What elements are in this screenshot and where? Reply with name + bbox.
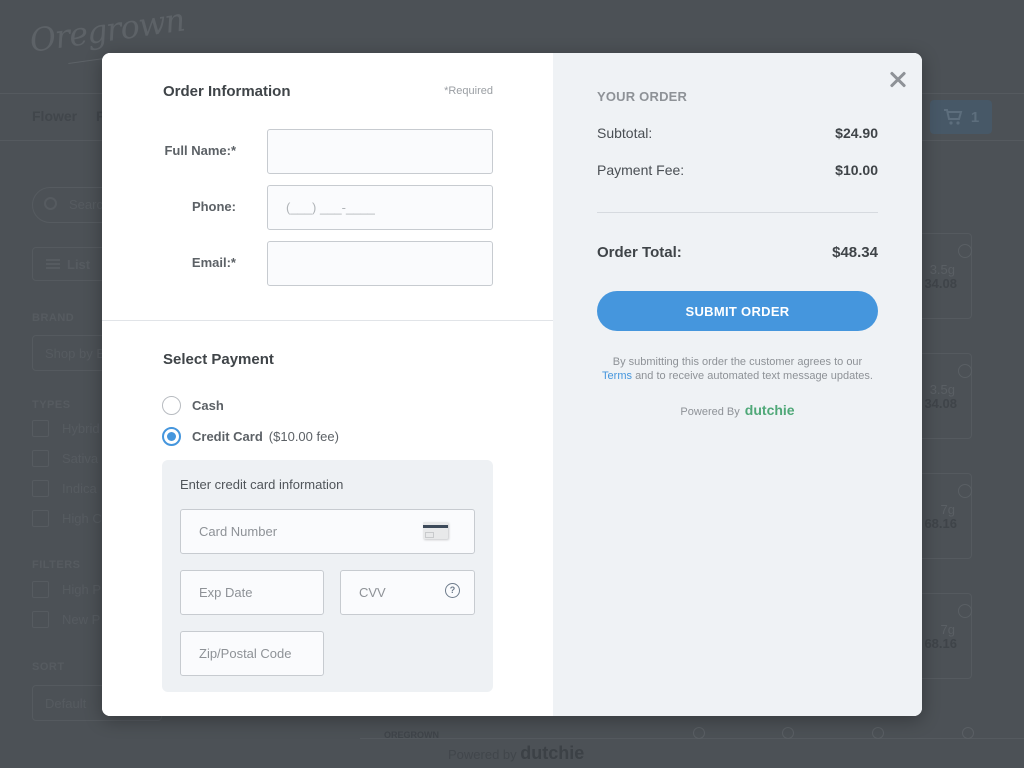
- credit-card-icon: [423, 522, 448, 539]
- required-note: *Required: [444, 85, 493, 97]
- powered-by-text: Powered By: [680, 406, 740, 418]
- section-divider: [102, 320, 553, 321]
- type-checkbox[interactable]: [32, 510, 49, 527]
- summary-divider: [597, 212, 878, 213]
- add-to-cart-icon[interactable]: [958, 364, 972, 378]
- product-price: 68.16: [924, 636, 957, 651]
- type-label: High C: [62, 511, 102, 526]
- powered-by-text: Powered by: [448, 747, 517, 762]
- footer-divider: [360, 738, 1024, 739]
- order-total-value: $48.34: [832, 244, 878, 261]
- order-summary: YOUR ORDER Subtotal: $24.90 Payment Fee:…: [553, 53, 922, 716]
- nav-item-flower[interactable]: Flower: [32, 108, 77, 124]
- credit-card-radio[interactable]: [162, 427, 181, 446]
- type-checkbox[interactable]: [32, 450, 49, 467]
- type-checkbox[interactable]: [32, 480, 49, 497]
- order-total-row: Order Total: $48.34: [597, 244, 878, 261]
- product-price: 34.08: [924, 276, 957, 291]
- credit-card-panel: Enter credit card information ?: [162, 460, 493, 692]
- footer-powered-by: Powered by dutchie: [448, 743, 584, 764]
- email-label: Email:*: [191, 255, 236, 270]
- type-label: Indica: [62, 481, 97, 496]
- type-label: Sativa: [62, 451, 99, 466]
- cash-label: Cash: [192, 398, 224, 413]
- type-checkbox[interactable]: [32, 420, 49, 437]
- filters-label: FILTERS: [32, 559, 81, 571]
- cash-radio[interactable]: [162, 396, 181, 415]
- phone-input[interactable]: [267, 185, 493, 230]
- order-total-label: Order Total:: [597, 244, 682, 261]
- sort-label: SORT: [32, 661, 65, 673]
- payment-option-cash[interactable]: Cash: [162, 396, 224, 415]
- filter-label: New P: [62, 612, 101, 627]
- store-logo: Oregrown: [27, 0, 187, 60]
- add-to-cart-icon[interactable]: [958, 604, 972, 618]
- product-price: 34.08: [924, 396, 957, 411]
- filter-label: High P: [62, 582, 102, 597]
- types-label: TYPES: [32, 399, 71, 411]
- payment-fee-row: Payment Fee: $10.00: [597, 162, 878, 178]
- order-info-title: Order Information: [163, 83, 291, 100]
- credit-card-label: Credit Card: [192, 429, 263, 444]
- product-weight: 3.5g: [929, 262, 955, 277]
- add-to-cart-icon[interactable]: [962, 727, 974, 739]
- type-label: Hybrid: [62, 421, 100, 436]
- checkout-form: Order Information *Required Full Name:* …: [102, 53, 553, 716]
- product-weight: 7g: [940, 502, 955, 517]
- dutchie-logo[interactable]: dutchie: [745, 402, 795, 418]
- cart-button[interactable]: 1: [930, 100, 992, 134]
- zip-code-input[interactable]: [180, 631, 324, 676]
- cvv-help-icon[interactable]: ?: [445, 583, 460, 598]
- email-input[interactable]: [267, 241, 493, 286]
- product-weight: 3.5g: [929, 382, 955, 397]
- legal-suffix: and to receive automated text message up…: [635, 370, 873, 382]
- payment-fee-label: Payment Fee:: [597, 162, 685, 178]
- add-to-cart-icon[interactable]: [872, 727, 884, 739]
- full-name-label: Full Name:*: [164, 143, 236, 158]
- filter-checkbox[interactable]: [32, 581, 49, 598]
- credit-card-fee: ($10.00 fee): [268, 429, 339, 444]
- list-icon: [46, 259, 60, 269]
- powered-by: Powered By dutchie: [553, 402, 922, 418]
- full-name-input[interactable]: [267, 129, 493, 174]
- add-to-cart-icon[interactable]: [958, 484, 972, 498]
- credit-card-panel-title: Enter credit card information: [180, 477, 344, 492]
- add-to-cart-icon[interactable]: [693, 727, 705, 739]
- dutchie-logo: dutchie: [520, 743, 585, 763]
- product-price: 68.16: [924, 516, 957, 531]
- subtotal-row: Subtotal: $24.90: [597, 125, 878, 141]
- legal-prefix: By submitting this order the customer ag…: [612, 356, 863, 368]
- close-icon[interactable]: [886, 67, 910, 91]
- payment-option-credit-card[interactable]: Credit Card ($10.00 fee): [162, 427, 339, 446]
- product-weight: 7g: [940, 622, 955, 637]
- legal-notice: By submitting this order the customer ag…: [593, 355, 882, 383]
- select-payment-title: Select Payment: [163, 351, 274, 368]
- checkout-modal: Order Information *Required Full Name:* …: [102, 53, 922, 716]
- phone-label: Phone:: [191, 199, 236, 214]
- exp-date-input[interactable]: [180, 570, 324, 615]
- add-to-cart-icon[interactable]: [958, 244, 972, 258]
- cart-count: 1: [970, 108, 980, 126]
- subtotal-value: $24.90: [835, 125, 878, 141]
- terms-link[interactable]: Terms: [602, 370, 632, 382]
- payment-fee-value: $10.00: [835, 162, 878, 178]
- add-to-cart-icon[interactable]: [782, 727, 794, 739]
- brand-label: BRAND: [32, 312, 75, 324]
- submit-order-button[interactable]: SUBMIT ORDER: [597, 291, 878, 331]
- search-icon: [44, 197, 57, 210]
- subtotal-label: Subtotal:: [597, 125, 653, 141]
- cart-icon: [943, 109, 963, 125]
- your-order-title: YOUR ORDER: [597, 89, 688, 104]
- filter-checkbox[interactable]: [32, 611, 49, 628]
